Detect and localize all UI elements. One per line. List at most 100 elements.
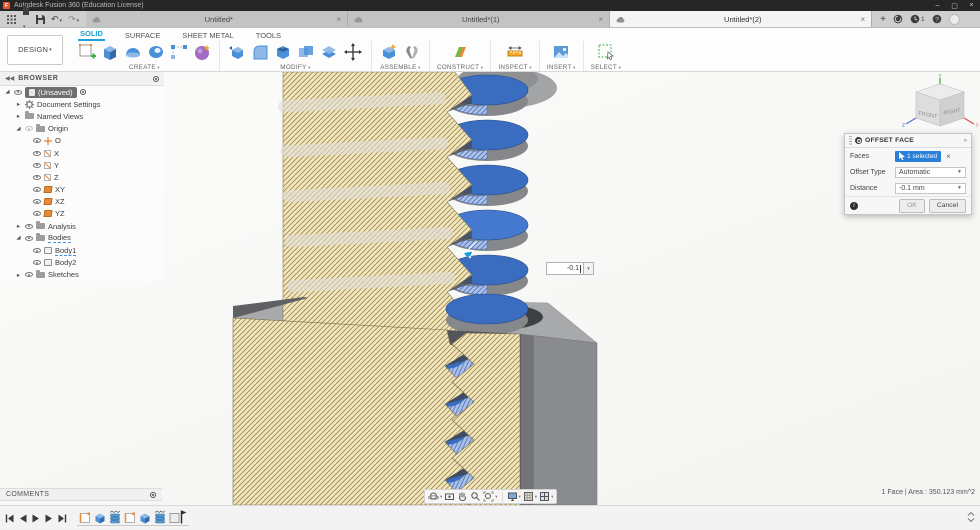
model-viewport[interactable]: -0.1 ▾ ◀◀ BROWSER (Unsaved) Document Set… [0,72,980,505]
group-label-construct[interactable]: CONSTRUCT [437,64,483,71]
visibility-eye-icon[interactable] [33,199,41,205]
offset-arrow-manipulator[interactable] [456,238,482,264]
expand-arrow-icon[interactable] [4,89,11,95]
browser-item-bodies[interactable]: Bodies [0,232,164,244]
select-box-icon[interactable] [596,42,616,62]
distance-floating-value[interactable]: -0.1 [567,265,579,272]
create-form-icon[interactable] [192,42,212,62]
play-button[interactable] [32,514,40,523]
timeline-expand-icon[interactable] [967,509,975,527]
clear-selection-icon[interactable]: × [946,152,951,161]
step-forward-button[interactable] [45,514,53,523]
expand-arrow-icon[interactable] [15,100,22,108]
browser-item-body2[interactable]: Body2 [0,257,164,269]
app-grid-menu-icon[interactable] [7,14,16,24]
redo-button[interactable]: ↷ [68,14,79,25]
visibility-eye-icon[interactable] [33,211,41,217]
save-icon[interactable] [36,14,45,24]
collapse-panel-icon[interactable]: ◀◀ [5,75,14,82]
visibility-eye-icon[interactable] [25,126,33,132]
browser-item-plane-xy[interactable]: XY [0,184,164,196]
browser-item-plane-yz[interactable]: YZ [0,208,164,220]
visibility-eye-icon[interactable] [33,260,41,266]
expand-arrow-icon[interactable] [15,222,22,230]
insert-image-icon[interactable] [551,42,571,62]
view-cube[interactable]: Y FRONT RIGHT X Z [902,74,978,140]
group-label-select[interactable]: SELECT [591,64,621,71]
expand-arrow-icon[interactable] [15,235,22,241]
distance-dropdown-icon[interactable]: ▾ [584,262,594,275]
pattern-icon[interactable] [169,42,189,62]
extrude-icon[interactable] [100,42,120,62]
visibility-eye-icon[interactable] [33,162,41,168]
help-icon[interactable]: ? [932,14,942,24]
sweep-icon[interactable] [146,42,166,62]
visibility-eye-icon[interactable] [33,138,41,144]
browser-item-document-settings[interactable]: Document Settings [0,98,164,110]
comments-options-icon[interactable] [150,491,156,498]
look-at-button[interactable] [444,491,455,502]
fit-button[interactable]: ▾ [483,491,498,502]
tab-sheet-metal[interactable]: SHEET METAL [180,30,235,41]
comments-panel[interactable]: COMMENTS [0,488,162,501]
faces-selected-chip[interactable]: 1 selected [895,150,942,162]
visibility-eye-icon[interactable] [25,223,33,229]
activate-radio-icon[interactable] [79,89,86,96]
timeline-coil-feature[interactable] [109,510,121,524]
extensions-icon[interactable] [893,14,903,24]
job-status-button[interactable]: 1 [910,14,925,24]
fillet-icon[interactable] [250,42,270,62]
distance-floating-input[interactable]: -0.1 ▾ [546,262,594,275]
grid-settings-button[interactable]: ▾ [523,491,537,502]
browser-item-named-views[interactable]: Named Views [0,110,164,122]
tab-tools[interactable]: TOOLS [254,30,283,41]
browser-item-body1[interactable]: Body1 [0,244,164,256]
browser-item-origin[interactable]: Origin [0,123,164,135]
skip-to-start-button[interactable] [5,514,14,523]
close-button[interactable]: × [963,2,980,9]
tab-untitled-1[interactable]: Untitled*(1) × [348,11,611,27]
shell-icon[interactable] [273,42,293,62]
group-label-assemble[interactable]: ASSEMBLE [380,64,420,71]
tab-close-icon[interactable]: × [336,15,341,24]
new-tab-button[interactable]: + [880,14,886,25]
new-component-icon[interactable] [379,42,399,62]
dialog-drag-handle[interactable] [849,136,852,145]
pan-button[interactable] [457,491,468,502]
browser-item-origin-point[interactable]: O [0,135,164,147]
timeline-position-marker[interactable] [169,510,187,524]
tab-surface[interactable]: SURFACE [123,30,162,41]
visibility-eye-icon[interactable] [33,248,41,254]
timeline-extrude-feature[interactable] [94,510,106,524]
group-label-insert[interactable]: INSERT [547,64,576,71]
browser-item-root[interactable]: (Unsaved) [0,86,164,98]
step-back-button[interactable] [19,514,27,523]
timeline-extrude-feature[interactable] [139,510,151,524]
visibility-eye-icon[interactable] [33,174,41,180]
user-avatar[interactable] [948,13,960,25]
display-settings-button[interactable]: ▾ [507,491,521,502]
browser-item-axis-x[interactable]: X [0,147,164,159]
browser-item-plane-xz[interactable]: XZ [0,196,164,208]
visibility-eye-icon[interactable] [25,235,33,241]
revolve-icon[interactable] [123,42,143,62]
tab-solid[interactable]: SOLID [78,28,105,41]
combine-icon[interactable] [296,42,316,62]
expand-arrow-icon[interactable] [15,271,22,279]
construction-plane-icon[interactable] [450,42,470,62]
tab-untitled-2-active[interactable]: Untitled*(2) × [610,11,873,27]
skip-to-end-button[interactable] [58,514,67,523]
browser-item-axis-y[interactable]: Y [0,159,164,171]
move-copy-icon[interactable] [342,41,364,63]
split-face-icon[interactable] [319,42,339,62]
distance-input[interactable]: -0.1 mm ▼ [895,182,966,194]
timeline-sketch-feature[interactable] [124,510,136,524]
visibility-eye-icon[interactable] [14,89,22,95]
offset-type-select[interactable]: Automatic ▼ [895,166,966,178]
block-section-face-left[interactable] [232,317,469,505]
orbit-button[interactable]: ▾ [428,491,442,502]
group-label-inspect[interactable]: INSPECT [498,64,532,71]
visibility-eye-icon[interactable] [33,187,41,193]
create-sketch-icon[interactable] [77,42,97,62]
zoom-button[interactable] [470,491,481,502]
